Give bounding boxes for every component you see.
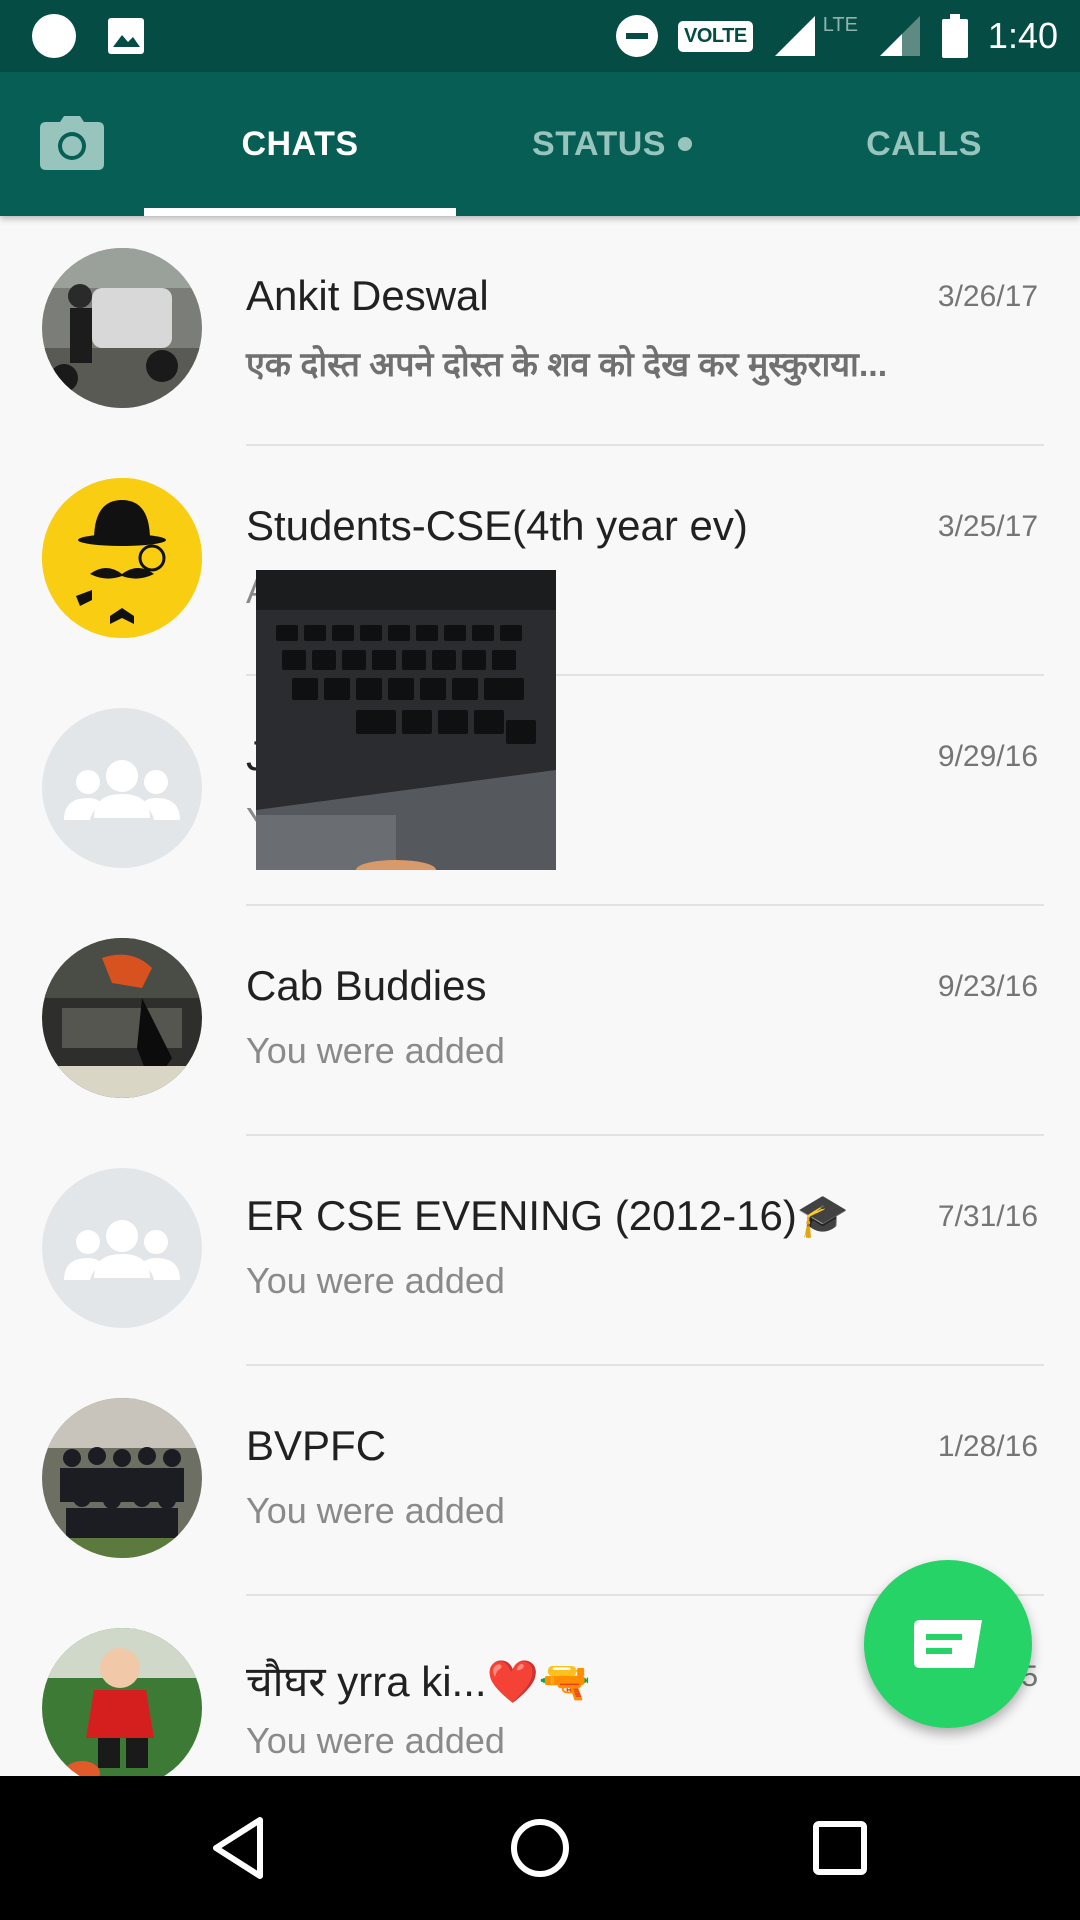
chat-name: Cab Buddies — [246, 962, 487, 1009]
chat-name: चौघर yrra ki...❤️🔫 — [246, 1658, 592, 1705]
image-notification-icon — [106, 16, 146, 56]
keyboard-photo-thumbnail — [256, 570, 556, 870]
group-avatar-icon[interactable] — [42, 1168, 202, 1328]
camera-icon[interactable] — [40, 116, 104, 170]
tab-chats[interactable]: CHATS — [144, 72, 456, 216]
chat-last-message: You were added — [246, 1030, 505, 1071]
app-toolbar: CHATS STATUS CALLS — [0, 72, 1080, 216]
chat-date: 1/28/16 — [937, 1430, 1038, 1463]
chat-name: Students-CSE(4th year ev) — [246, 502, 748, 549]
clock: 1:40 — [987, 15, 1058, 56]
chat-name: BVPFC — [246, 1422, 387, 1469]
do-not-disturb-icon — [616, 15, 659, 57]
tab-indicator — [144, 208, 456, 216]
avatar[interactable] — [42, 478, 202, 638]
avatar[interactable] — [42, 1628, 202, 1776]
system-nav-bar — [0, 1776, 1080, 1920]
chat-date: 7/31/16 — [937, 1200, 1038, 1233]
status-update-dot — [677, 137, 692, 151]
battery-icon — [941, 14, 968, 58]
chat-name: ER CSE EVENING (2012-16)🎓 — [246, 1192, 850, 1239]
chat-date: 3/26/17 — [937, 280, 1038, 313]
chat-last-message: You were added — [246, 1490, 505, 1531]
new-chat-button[interactable] — [864, 1560, 1032, 1728]
volte-badge: VOLTE — [678, 20, 753, 52]
chat-date: 3/25/17 — [937, 510, 1038, 543]
recents-square-icon[interactable] — [796, 1804, 884, 1892]
home-circle-icon[interactable] — [496, 1804, 584, 1892]
chat-last-message: एक दोस्त अपने दोस्त के शव को देख कर मुस्… — [246, 346, 888, 384]
avatar[interactable] — [42, 938, 202, 1098]
back-triangle-icon[interactable] — [196, 1804, 284, 1892]
chat-last-message: You were added — [246, 1720, 505, 1761]
new-chat-icon — [914, 1620, 982, 1668]
status-bar: VOLTE LTE 1:40 — [0, 0, 1080, 72]
chat-row-bvpfc[interactable]: BVPFC 1/28/16 You were added — [0, 1366, 1080, 1596]
chat-date: 9/29/16 — [937, 740, 1038, 773]
tab-status[interactable]: STATUS — [456, 72, 768, 216]
signal-icon — [774, 16, 815, 56]
signal-2-icon — [879, 16, 920, 56]
chat-last-message: You were added — [246, 1260, 505, 1301]
chat-date: 9/23/16 — [937, 970, 1038, 1003]
chat-row-er-cse-evening[interactable]: ER CSE EVENING (2012-16)🎓 7/31/16 You we… — [0, 1136, 1080, 1366]
network-type-label: LTE — [822, 13, 858, 36]
chat-list: Ankit Deswal 3/26/17 एक दोस्त अपने दोस्त… — [0, 216, 1080, 1776]
group-avatar-icon[interactable] — [42, 708, 202, 868]
avatar[interactable] — [42, 1398, 202, 1558]
chat-name: Ankit Deswal — [246, 272, 489, 319]
avatar[interactable] — [42, 248, 202, 408]
tab-calls[interactable]: CALLS — [768, 72, 1080, 216]
notification-dot-icon — [32, 14, 76, 58]
chat-row-ankit-deswal[interactable]: Ankit Deswal 3/26/17 एक दोस्त अपने दोस्त… — [0, 216, 1080, 446]
chat-row-cab-buddies[interactable]: Cab Buddies 9/23/16 You were added — [0, 906, 1080, 1136]
